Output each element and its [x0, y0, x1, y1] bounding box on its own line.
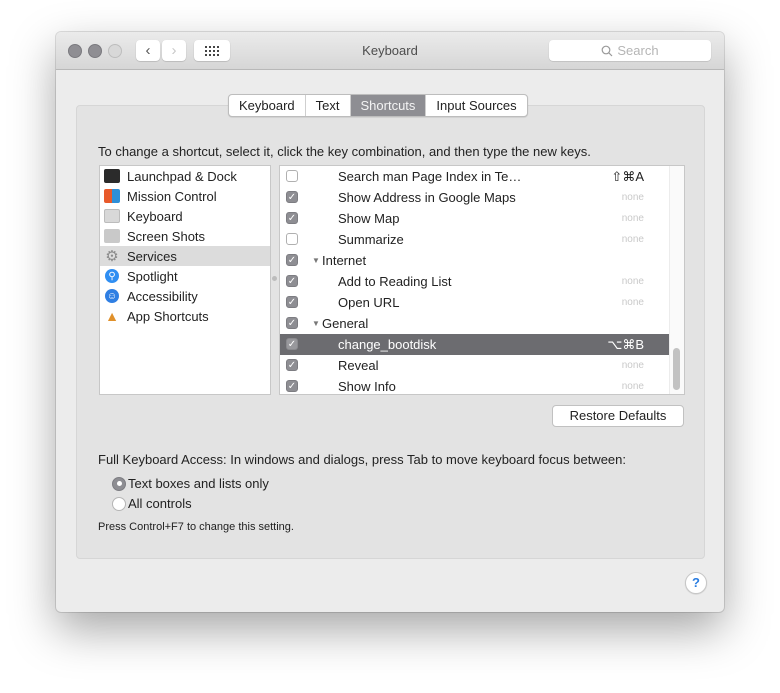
- shortcut-row[interactable]: ✓ Show Info none: [280, 376, 684, 394]
- group-label: General: [322, 316, 369, 331]
- shortcut-label: Reveal: [338, 358, 379, 373]
- mission-control-icon: [104, 189, 120, 203]
- category-label: Services: [127, 248, 177, 264]
- keyboard-preferences-window: ‹ › Keyboard Search Keyboard Text Shortc…: [56, 32, 724, 612]
- category-item-accessibility[interactable]: ☺ Accessibility: [100, 286, 270, 306]
- category-item-services[interactable]: ⚙ Services: [100, 246, 270, 266]
- category-item-app-shortcuts[interactable]: ▲ App Shortcuts: [100, 306, 270, 326]
- checkbox-checked[interactable]: ✓: [286, 338, 298, 350]
- category-item-keyboard[interactable]: Keyboard: [100, 206, 270, 226]
- category-label: Mission Control: [127, 188, 217, 204]
- shortcut-row[interactable]: Search man Page Index in Te… ⇧⌘A: [280, 166, 684, 187]
- shortcut-row[interactable]: ✓ Add to Reading List none: [280, 271, 684, 292]
- shortcut-list: Search man Page Index in Te… ⇧⌘A ✓ Show Ad…: [279, 165, 685, 395]
- category-label: Screen Shots: [127, 228, 206, 244]
- shortcut-row[interactable]: ✓ Show Address in Google Maps none: [280, 187, 684, 208]
- shortcut-key[interactable]: none: [622, 381, 644, 392]
- shortcut-key[interactable]: ⇧⌘A: [611, 169, 644, 185]
- help-button[interactable]: ?: [685, 572, 707, 594]
- checkbox-checked[interactable]: ✓: [286, 212, 298, 224]
- shortcut-label: Show Map: [338, 211, 400, 226]
- search-field[interactable]: Search: [549, 40, 711, 61]
- shortcut-group-row[interactable]: ✓ ▼ Internet: [280, 250, 684, 271]
- title-bar: ‹ › Keyboard Search: [56, 32, 724, 70]
- shortcut-key[interactable]: ⌥⌘B: [607, 337, 644, 353]
- radio-all-controls[interactable]: All controls: [112, 496, 192, 511]
- shortcut-key[interactable]: none: [622, 360, 644, 371]
- disclosure-triangle-icon[interactable]: ▼: [312, 319, 320, 328]
- category-label: Keyboard: [127, 208, 183, 224]
- app-shortcuts-icon: ▲: [105, 308, 119, 324]
- shortcut-label: Add to Reading List: [338, 274, 452, 289]
- category-label: Accessibility: [127, 288, 198, 304]
- category-item-launchpad-dock[interactable]: Launchpad & Dock: [100, 166, 270, 186]
- shortcut-key[interactable]: none: [622, 213, 644, 224]
- category-item-spotlight[interactable]: ⚲ Spotlight: [100, 266, 270, 286]
- hint-text: Press Control+F7 to change this setting.: [98, 521, 294, 533]
- checkbox-checked[interactable]: ✓: [286, 359, 298, 371]
- shortcut-label: Show Address in Google Maps: [338, 190, 516, 205]
- scrollbar[interactable]: [669, 166, 684, 394]
- accessibility-icon: ☺: [105, 289, 119, 303]
- launchpad-icon: [104, 169, 120, 183]
- full-keyboard-access-label: Full Keyboard Access: In windows and dia…: [98, 452, 626, 467]
- shortcut-row-selected[interactable]: ✓ change_bootdisk ⌥⌘B: [280, 334, 684, 355]
- checkbox[interactable]: [286, 170, 298, 182]
- instructions-text: To change a shortcut, select it, click t…: [98, 144, 591, 159]
- shortcut-row[interactable]: Summarize none: [280, 229, 684, 250]
- checkbox-checked[interactable]: ✓: [286, 275, 298, 287]
- shortcut-key[interactable]: none: [622, 192, 644, 203]
- scrollbar-thumb[interactable]: [673, 348, 680, 390]
- tab-keyboard[interactable]: Keyboard: [229, 95, 306, 116]
- gear-icon: ⚙: [105, 248, 119, 265]
- shortcut-key[interactable]: none: [622, 234, 644, 245]
- screenshot-icon: [104, 229, 120, 243]
- keyboard-icon: [104, 209, 120, 223]
- checkbox-checked[interactable]: ✓: [286, 191, 298, 203]
- group-label: Internet: [322, 253, 367, 268]
- split-view-handle[interactable]: [272, 276, 277, 281]
- radio-unselected[interactable]: [112, 496, 126, 511]
- shortcut-label: Summarize: [338, 232, 404, 247]
- search-icon: [601, 45, 613, 56]
- shortcut-label: Show Info: [338, 379, 396, 394]
- disclosure-triangle-icon[interactable]: ▼: [312, 256, 320, 265]
- tab-bar: Keyboard Text Shortcuts Input Sources: [228, 94, 528, 117]
- shortcut-label: Open URL: [338, 295, 400, 310]
- category-label: Launchpad & Dock: [127, 168, 237, 184]
- shortcut-key[interactable]: none: [622, 297, 644, 308]
- checkbox-checked[interactable]: ✓: [286, 254, 298, 266]
- search-placeholder: Search: [617, 43, 659, 58]
- radio-selected[interactable]: [112, 476, 126, 491]
- category-label: App Shortcuts: [127, 308, 209, 324]
- shortcut-label: change_bootdisk: [338, 337, 437, 352]
- category-list: Launchpad & Dock Mission Control Keyboar…: [99, 165, 271, 395]
- restore-defaults-button[interactable]: Restore Defaults: [552, 405, 684, 427]
- checkbox[interactable]: [286, 233, 298, 245]
- tab-shortcuts[interactable]: Shortcuts: [350, 95, 427, 116]
- shortcut-group-row[interactable]: ✓ ▼ General: [280, 313, 684, 334]
- category-item-mission-control[interactable]: Mission Control: [100, 186, 270, 206]
- spotlight-icon: ⚲: [105, 269, 119, 283]
- shortcut-label: Search man Page Index in Te…: [338, 169, 522, 184]
- category-label: Spotlight: [127, 268, 178, 284]
- shortcut-row[interactable]: ✓ Open URL none: [280, 292, 684, 313]
- category-item-screen-shots[interactable]: Screen Shots: [100, 226, 270, 246]
- question-mark-icon: ?: [692, 575, 700, 590]
- checkbox-checked[interactable]: ✓: [286, 380, 298, 392]
- shortcut-key[interactable]: none: [622, 276, 644, 287]
- tab-input-sources[interactable]: Input Sources: [426, 95, 526, 116]
- radio-label: Text boxes and lists only: [128, 476, 269, 491]
- tab-text[interactable]: Text: [306, 95, 351, 116]
- shortcut-row[interactable]: ✓ Show Map none: [280, 208, 684, 229]
- checkbox-checked[interactable]: ✓: [286, 317, 298, 329]
- radio-label: All controls: [128, 496, 192, 511]
- radio-text-boxes-and-lists[interactable]: Text boxes and lists only: [112, 476, 269, 491]
- shortcut-row[interactable]: ✓ Reveal none: [280, 355, 684, 376]
- checkbox-checked[interactable]: ✓: [286, 296, 298, 308]
